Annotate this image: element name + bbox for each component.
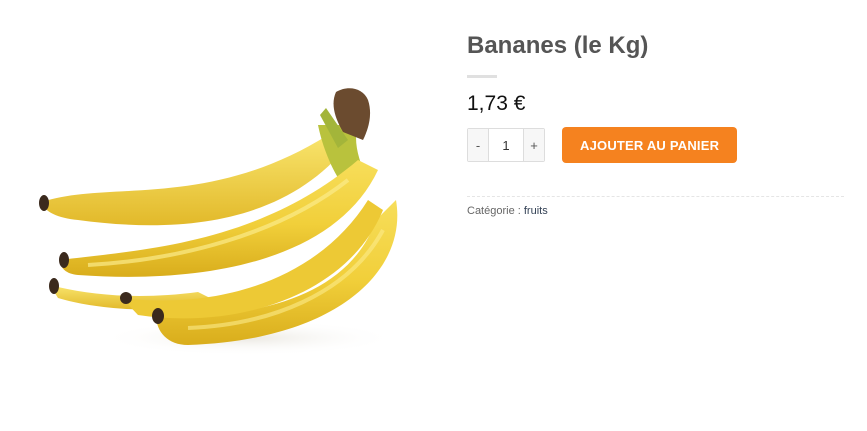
product-price: 1,73 € (467, 92, 526, 115)
quantity-stepper: - 1 + (467, 128, 545, 162)
add-to-cart-button[interactable]: AJOUTER AU PANIER (562, 127, 738, 163)
meta-divider (467, 196, 844, 197)
product-title: Bananes (le Kg) (467, 32, 649, 59)
product-meta: Catégorie : fruits (467, 205, 847, 217)
category-label: Catégorie : (467, 205, 521, 217)
quantity-input[interactable]: 1 (488, 129, 524, 161)
quantity-minus-button[interactable]: - (468, 129, 488, 161)
title-divider (467, 75, 497, 78)
category-link[interactable]: fruits (524, 205, 548, 217)
quantity-plus-button[interactable]: + (524, 129, 544, 161)
banana-bunch-icon (39, 88, 398, 356)
add-to-cart-form: - 1 + AJOUTER AU PANIER (467, 127, 847, 163)
product-image[interactable] (18, 70, 418, 370)
product-summary: Bananes (le Kg) 1,73 € - 1 + AJOUTER AU … (467, 30, 847, 217)
